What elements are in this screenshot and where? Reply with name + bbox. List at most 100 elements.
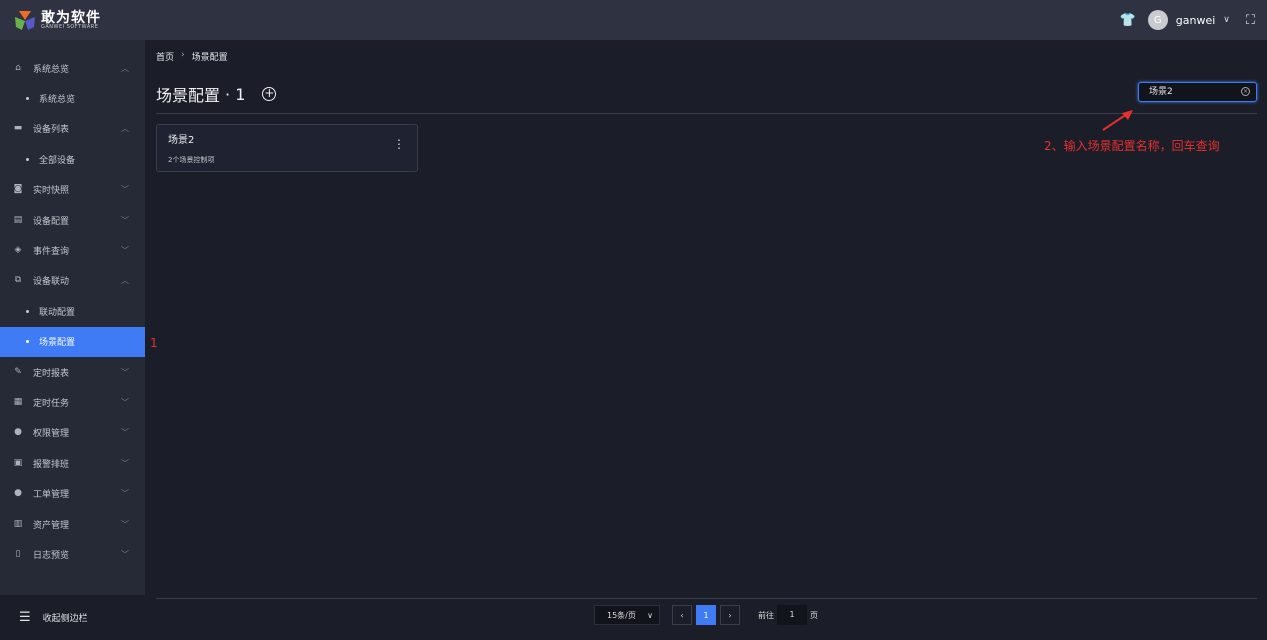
scene-card[interactable]: 场景2 2个场景控制项 ⋮ (156, 124, 418, 172)
page-button-current[interactable]: 1 (696, 605, 716, 625)
logo: 敢为软件 GANWEI SOFTWARE (14, 9, 101, 31)
sidebar-item-15[interactable]: ▥ 资产管理 ﹀ (0, 509, 145, 539)
sidebar-item-label: 联动配置 (39, 307, 76, 318)
chevron-down-icon: ﹀ (121, 489, 129, 499)
top-header: 敢为软件 GANWEI SOFTWARE 👕 G ganwei ∨ ⛶ (0, 0, 1267, 40)
sidebar-item-label: 定时任务 (33, 398, 70, 409)
sidebar-item-label: 事件查询 (33, 247, 70, 258)
sidebar-item-label: 权限管理 (33, 429, 70, 440)
report-icon: ✎ (14, 366, 22, 377)
chevron-down-icon: ﹀ (121, 428, 129, 438)
search-input-value: 场景2 (1149, 87, 1173, 97)
sidebar-item-label: 设备联动 (33, 277, 70, 288)
sidebar-item-label: 报警排班 (33, 459, 70, 470)
sidebar-item-label: 资产管理 (33, 520, 70, 531)
logo-icon (15, 11, 35, 30)
breadcrumb-home[interactable]: 首页 (156, 50, 174, 63)
camera-icon: ◙ (13, 184, 23, 195)
sidebar-item-label: 全部设备 (39, 155, 76, 166)
sidebar-item-12[interactable]: ● 权限管理 ﹀ (0, 418, 145, 448)
user-icon: ● (14, 427, 22, 438)
chevron-down-icon: ﹀ (121, 215, 129, 225)
annotation-step1: 1 (150, 336, 158, 350)
more-vertical-icon[interactable]: ⋮ (393, 138, 405, 150)
scene-name: 场景2 (168, 135, 195, 146)
sidebar-item-14[interactable]: ● 工单管理 ﹀ (0, 478, 145, 508)
collapse-sidebar-button[interactable]: ☰ 收起侧边栏 (0, 595, 145, 640)
chevron-up-icon: ︿ (121, 63, 129, 73)
divider (156, 113, 1257, 114)
chevron-down-icon: ﹀ (121, 397, 129, 407)
sidebar-item-0[interactable]: ⌂ 系统总览 ︿ (0, 53, 145, 83)
page-count: · 1 (225, 84, 246, 104)
prev-page-button[interactable]: ‹ (672, 605, 692, 625)
page-size-value: 15条/页 (607, 610, 636, 620)
sidebar-item-label: 定时报表 (33, 368, 70, 379)
search-input[interactable]: 场景2 × (1138, 82, 1257, 102)
sidebar-item-label: 工单管理 (33, 490, 70, 501)
workorder-icon: ● (14, 488, 22, 499)
pagination-divider (156, 598, 1257, 599)
sidebar-item-9[interactable]: 场景配置 (0, 326, 145, 357)
sidebar-item-label: 场景配置 (39, 338, 76, 349)
annotation-step2: 2、输入场景配置名称，回车查询 (1044, 139, 1220, 153)
bullet-icon (26, 157, 29, 161)
bullet-icon (26, 340, 29, 344)
page-size-select[interactable]: 15条/页 ∨ (594, 605, 660, 625)
sidebar-item-label: 系统总览 (33, 64, 70, 75)
breadcrumb: 首页 › 场景配置 (156, 50, 228, 63)
goto-label: 前往 (758, 610, 774, 620)
chevron-down-icon: ∨ (647, 610, 653, 620)
logo-subtext: GANWEI SOFTWARE (41, 23, 99, 30)
chevron-up-icon: ︿ (121, 276, 129, 286)
pagination: 15条/页 ∨ ‹ 1 › 前往 1 页 (594, 605, 818, 625)
annotation-arrow-icon (1102, 110, 1133, 131)
sidebar-item-4[interactable]: ◙ 实时快照 ﹀ (0, 175, 145, 205)
page-title-text: 场景配置 (156, 86, 221, 105)
log-icon: ▯ (15, 548, 21, 559)
sidebar-item-5[interactable]: ▤ 设备配置 ﹀ (0, 205, 145, 235)
chevron-down-icon: ﹀ (121, 246, 129, 256)
collapse-menu-icon: ☰ (19, 610, 31, 625)
sidebar-item-label: 实时快照 (33, 186, 70, 197)
chevron-up-icon: ︿ (121, 124, 129, 134)
page-suffix: 页 (810, 610, 818, 620)
schedule-icon: ▣ (13, 457, 23, 468)
sidebar-item-8[interactable]: 联动配置 (0, 296, 145, 326)
clear-icon[interactable]: × (1241, 87, 1250, 96)
avatar[interactable]: G (1147, 10, 1168, 30)
username[interactable]: ganwei (1176, 14, 1216, 27)
sidebar-item-label: 设备列表 (33, 125, 70, 136)
sidebar-item-13[interactable]: ▣ 报警排班 ﹀ (0, 448, 145, 478)
monitor-icon: ▬ (13, 123, 23, 134)
next-page-button[interactable]: › (720, 605, 740, 625)
chevron-down-icon: ﹀ (121, 367, 129, 377)
page-title: 场景配置 · 1 + (156, 82, 277, 106)
chevron-down-icon: ﹀ (121, 185, 129, 195)
sidebar: ⌂ 系统总览 ︿ 系统总览 ▬ 设备列表 ︿ 全部设备 ◙ 实时快照 ﹀ ▤ 设备配置 ﹀ ◈ 事件查询 ﹀ ⧉ 设… (0, 40, 145, 595)
chevron-down-icon: ﹀ (121, 519, 129, 529)
sidebar-item-1[interactable]: 系统总览 (0, 83, 145, 113)
sidebar-item-label: 日志预览 (33, 550, 70, 561)
sidebar-item-16[interactable]: ▯ 日志预览 ﹀ (0, 539, 145, 569)
sidebar-item-6[interactable]: ◈ 事件查询 ﹀ (0, 235, 145, 265)
task-icon: ▦ (13, 396, 23, 407)
chevron-down-icon[interactable]: ∨ (1223, 15, 1230, 25)
chevron-down-icon: ﹀ (121, 458, 129, 468)
bullet-icon (26, 309, 29, 313)
fullscreen-icon[interactable]: ⛶ (1246, 13, 1255, 28)
linkage-icon: ⧉ (14, 275, 22, 286)
sidebar-item-11[interactable]: ▦ 定时任务 ﹀ (0, 387, 145, 417)
asset-icon: ▥ (13, 518, 23, 529)
sidebar-item-10[interactable]: ✎ 定时报表 ﹀ (0, 357, 145, 387)
sidebar-item-label: 系统总览 (39, 95, 76, 106)
breadcrumb-current: 场景配置 (191, 53, 228, 63)
goto-page-input[interactable]: 1 (777, 605, 807, 625)
sidebar-item-2[interactable]: ▬ 设备列表 ︿ (0, 114, 145, 144)
event-icon: ◈ (14, 245, 22, 256)
theme-shirt-icon[interactable]: 👕 (1120, 13, 1136, 28)
add-scene-button[interactable]: + (262, 87, 277, 101)
sidebar-item-3[interactable]: 全部设备 (0, 144, 145, 174)
sidebar-item-7[interactable]: ⧉ 设备联动 ︿ (0, 266, 145, 296)
bullet-icon (26, 97, 29, 101)
